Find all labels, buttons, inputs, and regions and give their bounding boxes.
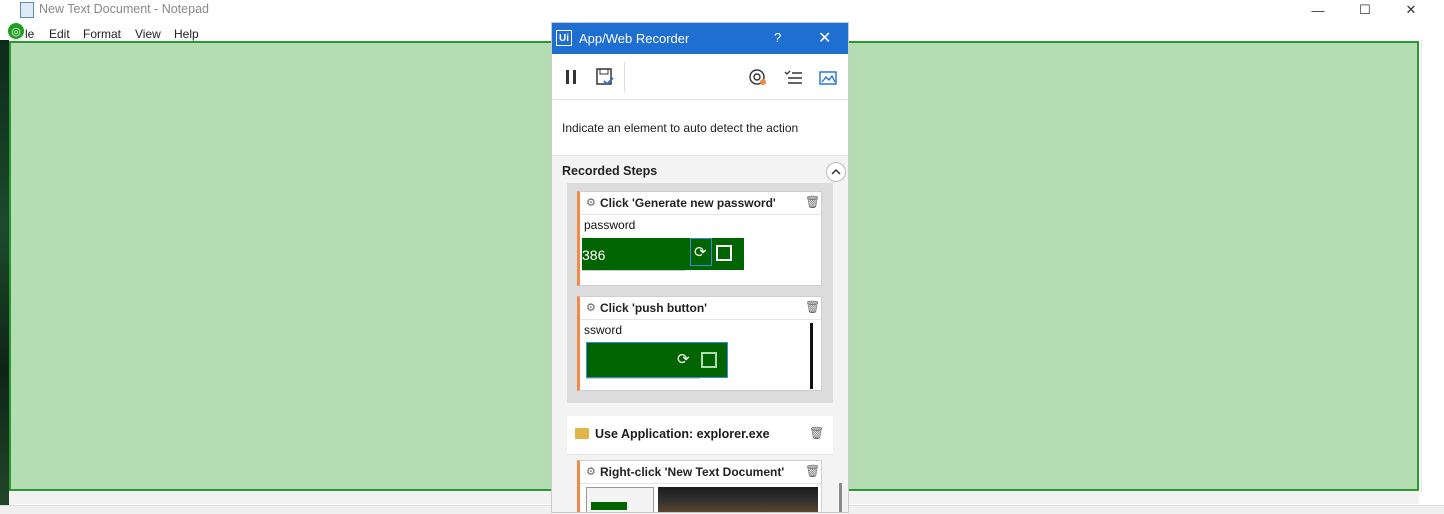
- step-title: Click 'push button': [600, 301, 708, 315]
- thumb-underline: [582, 270, 686, 276]
- step-thumbnail: ⟳: [586, 342, 728, 378]
- step-thumbnail: 386 ⟳: [582, 238, 744, 270]
- notepad-app-icon: [20, 2, 34, 18]
- copy-icon: [716, 245, 732, 261]
- menu-format[interactable]: Format: [83, 27, 121, 41]
- save-icon[interactable]: [594, 66, 616, 88]
- maximize-button[interactable]: ☐: [1342, 0, 1388, 20]
- thumb-label: ssword: [584, 323, 623, 337]
- step-thumbnail: [586, 487, 654, 512]
- menu-view[interactable]: View: [135, 27, 161, 41]
- target-icon: ◎: [8, 23, 24, 39]
- recorder-title: App/Web Recorder: [579, 31, 690, 46]
- checklist-icon[interactable]: [782, 66, 804, 88]
- recorder-titlebar[interactable]: Ui App/Web Recorder ? ✕: [552, 23, 848, 54]
- step-card[interactable]: ⚙ Click 'Generate new password' 🗑 passwo…: [577, 191, 822, 286]
- step-card[interactable]: ⚙ Right-click 'New Text Document' 🗑: [577, 460, 822, 512]
- click-action-icon: ⚙: [586, 197, 596, 209]
- copy-icon: [701, 352, 717, 368]
- use-application-label: Use Application: explorer.exe: [595, 427, 770, 441]
- thumb-label: password: [584, 218, 636, 232]
- divider: [580, 319, 821, 320]
- refresh-icon: ⟳: [677, 351, 690, 368]
- thumb-green-bar: [591, 502, 627, 510]
- use-application-card[interactable]: Use Application: explorer.exe 🗑: [567, 416, 833, 455]
- delete-step-icon[interactable]: 🗑: [805, 195, 820, 209]
- refresh-icon: ⟳: [694, 244, 707, 261]
- hint-text: Indicate an element to auto detect the a…: [562, 121, 799, 135]
- divider: [580, 214, 821, 215]
- recorder-scrollbar[interactable]: [839, 483, 842, 512]
- pause-icon[interactable]: [560, 66, 582, 88]
- notepad-titlebar[interactable]: [0, 0, 1444, 20]
- folder-icon: [575, 428, 589, 439]
- divider: [580, 483, 821, 484]
- thumbnail-scrollbar[interactable]: [810, 323, 813, 389]
- window-title: New Text Document - Notepad: [39, 2, 209, 16]
- thumb-value: 386: [582, 247, 606, 263]
- screenshot-icon[interactable]: [817, 66, 839, 88]
- delete-step-icon[interactable]: 🗑: [809, 426, 824, 440]
- step-card[interactable]: ⚙ Click 'push button' 🗑 ssword ⟳: [577, 296, 822, 391]
- recorded-steps-header: Recorded Steps: [562, 164, 658, 178]
- step-title: Right-click 'New Text Document': [600, 465, 785, 479]
- click-action-icon: ⚙: [586, 466, 596, 478]
- delete-step-icon[interactable]: 🗑: [805, 300, 820, 314]
- recorder-toolbar: [552, 54, 848, 100]
- vertical-scrollbar[interactable]: [1421, 40, 1444, 493]
- uipath-logo-icon: Ui: [556, 30, 572, 46]
- toolbar-divider: [624, 62, 625, 92]
- delete-step-icon[interactable]: 🗑: [805, 464, 820, 478]
- steps-group: ⚙ Click 'Generate new password' 🗑 passwo…: [567, 183, 833, 403]
- step-title: Click 'Generate new password': [600, 196, 776, 210]
- click-action-icon: ⚙: [586, 302, 596, 314]
- menu-help[interactable]: Help: [174, 27, 199, 41]
- target-icon[interactable]: [747, 66, 769, 88]
- collapse-button[interactable]: [826, 162, 846, 182]
- menu-edit[interactable]: Edit: [49, 27, 70, 41]
- close-button[interactable]: ✕: [1388, 0, 1434, 20]
- desktop-background: [0, 40, 9, 513]
- step-thumbnail-dark: [658, 487, 818, 512]
- recorder-close-button[interactable]: ✕: [818, 28, 831, 48]
- recorder-panel: Ui App/Web Recorder ? ✕ Indicate an elem…: [551, 22, 849, 513]
- menu-file[interactable]: le: [25, 27, 34, 41]
- help-button[interactable]: ?: [774, 30, 781, 45]
- thumb-underline: [586, 378, 700, 384]
- hint-area: Indicate an element to auto detect the a…: [552, 100, 848, 156]
- minimize-button[interactable]: —: [1295, 0, 1341, 20]
